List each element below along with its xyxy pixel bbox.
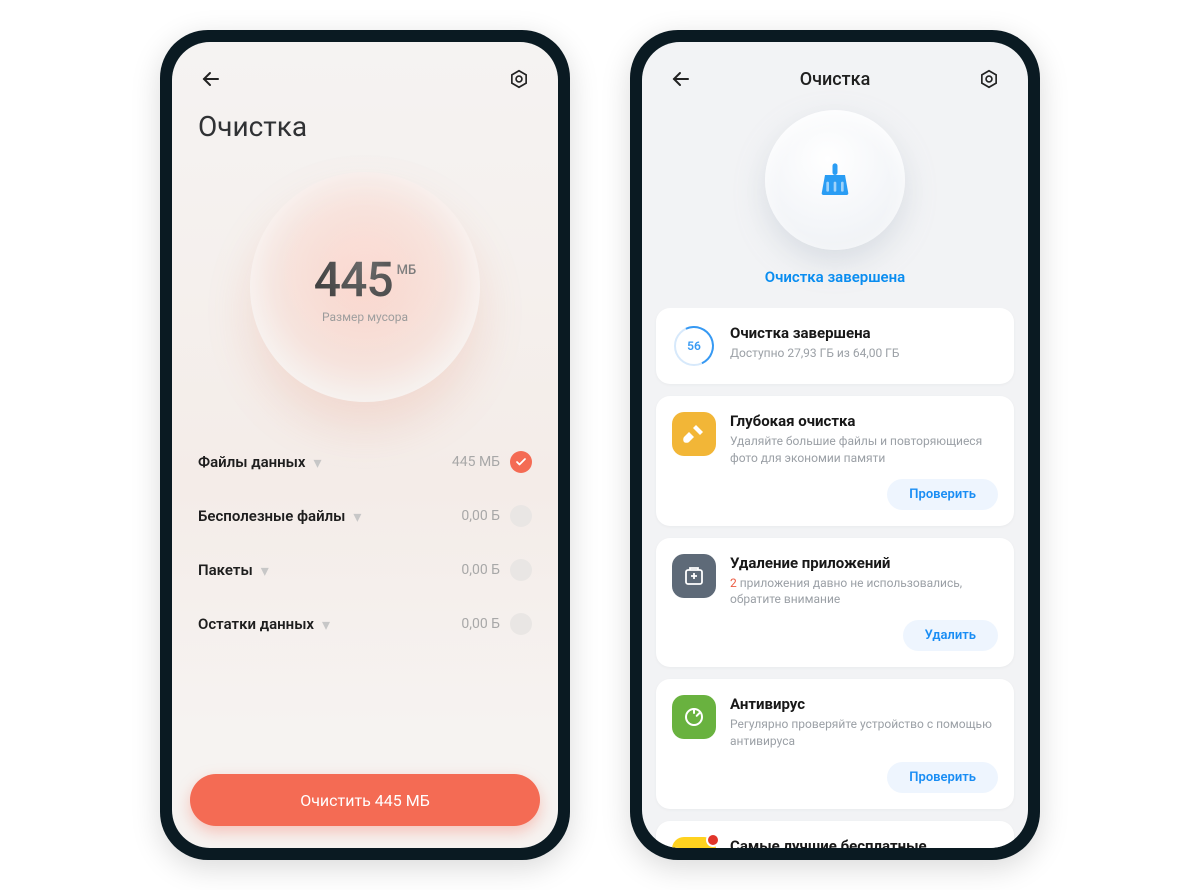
clean-button[interactable]: Очистить 445 МБ [190, 774, 540, 826]
category-row[interactable]: Файлы данных ▾ 445 МБ [196, 435, 534, 489]
card-list: 56 Очистка завершена Доступно 27,93 ГБ и… [642, 308, 1028, 848]
card-title: Самые лучшие бесплатные [730, 837, 998, 848]
check-button[interactable]: Проверить [887, 479, 998, 510]
card-title: Удаление приложений [730, 554, 998, 572]
cleanup-done-text: Очистка завершена [765, 268, 905, 286]
arrow-left-icon [669, 67, 693, 91]
checkbox-checked[interactable] [510, 451, 532, 473]
settings-button[interactable] [504, 64, 534, 94]
shovel-icon [672, 412, 716, 456]
cleanup-done-hero: Очистка завершена [642, 100, 1028, 308]
card-title: Глубокая очистка [730, 412, 998, 430]
trash-size-unit: МБ [397, 263, 417, 278]
remove-apps-card: Удаление приложений 2 приложения давно н… [656, 538, 1014, 668]
card-subtitle: Удаляйте большие файлы и повторяющиеся ф… [730, 433, 998, 467]
chevron-down-icon: ▾ [314, 453, 322, 472]
remove-button[interactable]: Удалить [903, 620, 998, 651]
trash-size-value: 445 [314, 251, 393, 308]
checkbox-unchecked[interactable] [510, 505, 532, 527]
back-button[interactable] [666, 64, 696, 94]
deep-clean-card: Глубокая очистка Удаляйте большие файлы … [656, 396, 1014, 526]
category-list: Файлы данных ▾ 445 МБ Бесполезные файлы … [172, 427, 558, 659]
notification-badge-icon [706, 833, 720, 847]
category-row[interactable]: Бесполезные файлы ▾ 0,00 Б [196, 489, 534, 543]
phone-right: Очистка Очистка завершена 56 Очистка зав… [630, 30, 1040, 860]
storage-ring-icon: 56 [674, 326, 714, 366]
trash-size-circle: 445 МБ Размер мусора [250, 172, 480, 402]
card-subtitle: 2 приложения давно не использовались, об… [730, 575, 998, 609]
screen-cleanup-done: Очистка Очистка завершена 56 Очистка зав… [642, 42, 1028, 848]
page-title: Очистка [800, 69, 871, 90]
topbar [172, 42, 558, 102]
storage-card[interactable]: 56 Очистка завершена Доступно 27,93 ГБ и… [656, 308, 1014, 384]
antivirus-card: Антивирус Регулярно проверяйте устройств… [656, 679, 1014, 809]
category-label: Бесполезные файлы [198, 507, 345, 525]
card-title: Очистка завершена [730, 324, 998, 342]
screen-cleanup-scan: Очистка 445 МБ Размер мусора Файлы данны… [172, 42, 558, 848]
settings-button[interactable] [974, 64, 1004, 94]
category-row[interactable]: Пакеты ▾ 0,00 Б [196, 543, 534, 597]
card-title: Антивирус [730, 695, 998, 713]
card-subtitle: Регулярно проверяйте устройство с помощь… [730, 716, 998, 750]
broom-icon [815, 160, 855, 200]
ad-card[interactable]: Самые лучшие бесплатные [656, 821, 1014, 848]
topbar: Очистка [642, 42, 1028, 100]
app-box-icon [672, 554, 716, 598]
antivirus-scan-icon [672, 695, 716, 739]
phone-left: Очистка 445 МБ Размер мусора Файлы данны… [160, 30, 570, 860]
game-ad-icon [672, 837, 716, 848]
arrow-left-icon [199, 67, 223, 91]
trash-size-hero: 445 МБ Размер мусора [172, 147, 558, 427]
chevron-down-icon: ▾ [353, 507, 361, 526]
chevron-down-icon: ▾ [261, 561, 269, 580]
category-label: Остатки данных [198, 615, 314, 633]
gear-icon [978, 68, 1000, 90]
category-label: Файлы данных [198, 453, 306, 471]
back-button[interactable] [196, 64, 226, 94]
category-value: 445 МБ [452, 454, 500, 470]
check-button[interactable]: Проверить [887, 762, 998, 793]
cleanup-orb [765, 110, 905, 250]
trash-size-label: Размер мусора [322, 310, 408, 324]
category-value: 0,00 Б [461, 562, 500, 578]
category-label: Пакеты [198, 561, 253, 579]
check-icon [515, 456, 527, 468]
checkbox-unchecked[interactable] [510, 559, 532, 581]
category-value: 0,00 Б [461, 616, 500, 632]
chevron-down-icon: ▾ [322, 615, 330, 634]
unused-count: 2 [730, 576, 737, 590]
gear-icon [508, 68, 530, 90]
category-row[interactable]: Остатки данных ▾ 0,00 Б [196, 597, 534, 651]
card-subtitle: Доступно 27,93 ГБ из 64,00 ГБ [730, 345, 998, 362]
checkbox-unchecked[interactable] [510, 613, 532, 635]
page-title: Очистка [172, 102, 558, 147]
category-value: 0,00 Б [461, 508, 500, 524]
